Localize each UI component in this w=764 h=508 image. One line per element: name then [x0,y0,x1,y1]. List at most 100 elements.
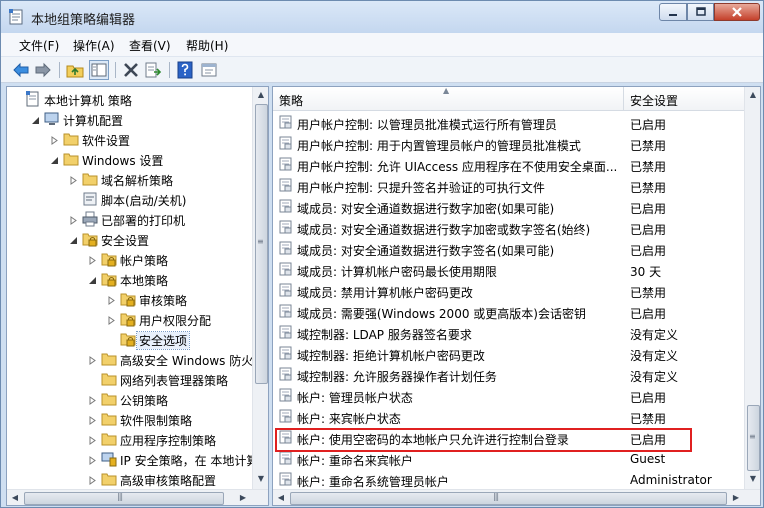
tree-node[interactable]: 软件限制策略 [7,409,251,429]
policy-row[interactable]: 域成员: 对安全通道数据进行数字加密或数字签名(始终) 已启用 [273,217,745,238]
tree-pane[interactable]: 本地计算机 策略 计算机配置 软件设置 Windows 设置 域名解析策略 脚本(启动/关… [6,86,269,506]
list-vertical-scrollbar[interactable]: ▲ ≡ ▼ [744,87,760,489]
show-tree-button[interactable] [89,60,109,80]
policy-row[interactable]: 域成员: 计算机帐户密码最长使用期限 30 天 [273,259,745,280]
tree-node[interactable]: 应用程序控制策略 [7,429,251,449]
menu-file[interactable]: 文件(F) [19,37,59,54]
expanded-arrow-icon[interactable] [51,154,59,164]
tree-vertical-scrollbar[interactable]: ▲ ≡ ▼ [252,87,268,489]
collapsed-arrow-icon[interactable] [89,394,97,405]
tree-node[interactable]: 公钥策略 [7,389,251,409]
tree-node[interactable]: 高级审核策略配置 [7,469,251,489]
tree-node[interactable]: 网络列表管理器策略 [7,369,251,389]
scroll-grip-icon: ≡ [749,432,756,441]
policy-row[interactable]: 域成员: 对安全通道数据进行数字签名(如果可能) 已启用 [273,238,745,259]
collapsed-arrow-icon[interactable] [89,354,97,365]
collapsed-arrow-icon[interactable] [89,454,97,465]
list-horizontal-scrollbar[interactable]: ◀ ||| ▶ [273,489,760,505]
collapsed-arrow-icon[interactable] [89,474,97,485]
scroll-down-arrow-icon[interactable]: ▼ [253,471,268,487]
tree-hscroll-thumb[interactable] [24,492,224,505]
close-button[interactable] [714,3,760,21]
tree-node[interactable]: 本地策略 [7,269,251,289]
tree-node[interactable]: 审核策略 [7,289,251,309]
tree-node[interactable]: 计算机配置 [7,109,251,129]
expanded-arrow-icon[interactable] [32,114,40,124]
maximize-button[interactable] [687,3,714,21]
policy-name: 域成员: 对安全通道数据进行数字签名(如果可能) [297,244,555,258]
policy-list-pane[interactable]: ▲ 策略 安全设置 用户帐户控制: 以管理员批准模式运行所有管理员 已启用 用户帐户… [272,86,761,506]
menu-action[interactable]: 操作(A) [73,37,115,54]
tree-node[interactable]: 域名解析策略 [7,169,251,189]
collapsed-arrow-icon[interactable] [89,414,97,425]
delete-button[interactable] [121,60,141,80]
scroll-left-arrow-icon[interactable]: ◀ [7,490,23,505]
properties-button[interactable] [199,60,219,80]
policy-row[interactable]: 用户帐户控制: 以管理员批准模式运行所有管理员 已启用 [273,112,745,133]
policy-row[interactable]: 帐户: 管理员帐户状态 已启用 [273,385,745,406]
policy-row[interactable]: 域控制器: 允许服务器操作者计划任务 没有定义 [273,364,745,385]
tree-node[interactable]: 本地计算机 策略 [7,89,251,109]
tree-horizontal-scrollbar[interactable]: ◀ ||| ▶ [7,489,268,505]
help-button[interactable] [175,60,195,80]
tree-node[interactable]: 已部署的打印机 [7,209,251,229]
policy-row[interactable]: 域成员: 对安全通道数据进行数字加密(如果可能) 已启用 [273,196,745,217]
policy-setting-value: 30 天 [630,265,662,279]
collapsed-arrow-icon[interactable] [51,134,59,145]
scroll-up-arrow-icon[interactable]: ▲ [253,87,268,103]
menu-view[interactable]: 查看(V) [129,37,171,54]
policy-row[interactable]: 域成员: 禁用计算机帐户密码更改 已禁用 [273,280,745,301]
tree-node[interactable]: 安全选项 [7,329,251,350]
title-bar[interactable]: 本地组策略编辑器 [1,1,763,33]
menu-help[interactable]: 帮助(H) [186,37,228,54]
scroll-up-arrow-icon[interactable]: ▲ [745,87,760,103]
expanded-arrow-icon[interactable] [70,234,78,244]
policy-row[interactable]: 域控制器: 拒绝计算机帐户密码更改 没有定义 [273,343,745,364]
collapsed-arrow-icon[interactable] [70,214,78,225]
column-header-setting[interactable]: 安全设置 [624,87,745,111]
scroll-left-arrow-icon[interactable]: ◀ [273,490,289,505]
tree-node[interactable]: 安全设置 [7,229,251,249]
policy-name: 域成员: 对安全通道数据进行数字加密或数字签名(始终) [297,223,591,237]
up-folder-button[interactable] [65,60,85,80]
policy-row[interactable]: 用户帐户控制: 只提升签名并验证的可执行文件 已禁用 [273,175,745,196]
tree-node[interactable]: IP 安全策略，在 本地计算机 [7,449,268,469]
security-folder-icon [101,271,117,287]
list-hscroll-thumb[interactable] [290,492,727,505]
collapsed-arrow-icon[interactable] [108,294,116,305]
forward-button[interactable] [33,60,53,80]
folder-icon [101,431,117,447]
collapsed-arrow-icon[interactable] [89,254,97,265]
policy-row[interactable]: 帐户: 来宾帐户状态 已禁用 [273,406,745,427]
tree-node[interactable]: 高级安全 Windows 防火墙 [7,349,265,369]
policy-name: 域控制器: 允许服务器操作者计划任务 [297,370,497,384]
expanded-arrow-icon[interactable] [89,274,97,284]
tree-node[interactable]: Windows 设置 [7,149,251,169]
policy-row[interactable]: 用户帐户控制: 用于内置管理员帐户的管理员批准模式 已禁用 [273,133,745,154]
export-list-button[interactable] [143,60,163,80]
tree-node[interactable]: 用户权限分配 [7,309,251,329]
scroll-right-arrow-icon[interactable]: ▶ [235,490,251,505]
policy-row[interactable]: 域成员: 需要强(Windows 2000 或更高版本)会话密钥 已启用 [273,301,745,322]
policy-name: 帐户: 来宾帐户状态 [297,412,401,426]
policy-row[interactable]: 帐户: 重命名系统管理员帐户 Administrator [273,469,745,490]
folder-icon [63,131,79,147]
policy-item-icon [279,283,293,297]
back-button[interactable] [11,60,31,80]
collapsed-arrow-icon[interactable] [108,314,116,325]
tree-node[interactable]: 帐户策略 [7,249,251,269]
policy-setting-value: 已启用 [630,223,667,237]
security-folder-icon [82,231,98,247]
scroll-down-arrow-icon[interactable]: ▼ [745,471,760,487]
policy-row[interactable]: 域控制器: LDAP 服务器签名要求 没有定义 [273,322,745,343]
policy-name: 用户帐户控制: 用于内置管理员帐户的管理员批准模式 [297,139,581,153]
collapsed-arrow-icon[interactable] [70,174,78,185]
tree-node[interactable]: 脚本(启动/关机) [7,189,251,209]
collapsed-arrow-icon[interactable] [89,434,97,445]
security-folder-icon [120,331,136,347]
column-header-policy[interactable]: ▲ 策略 [273,87,623,111]
tree-node[interactable]: 软件设置 [7,129,251,149]
policy-row[interactable]: 用户帐户控制: 允许 UIAccess 应用程序在不使用安全桌面... 已禁用 [273,154,745,175]
scroll-right-arrow-icon[interactable]: ▶ [728,490,744,505]
minimize-button[interactable] [659,3,687,21]
